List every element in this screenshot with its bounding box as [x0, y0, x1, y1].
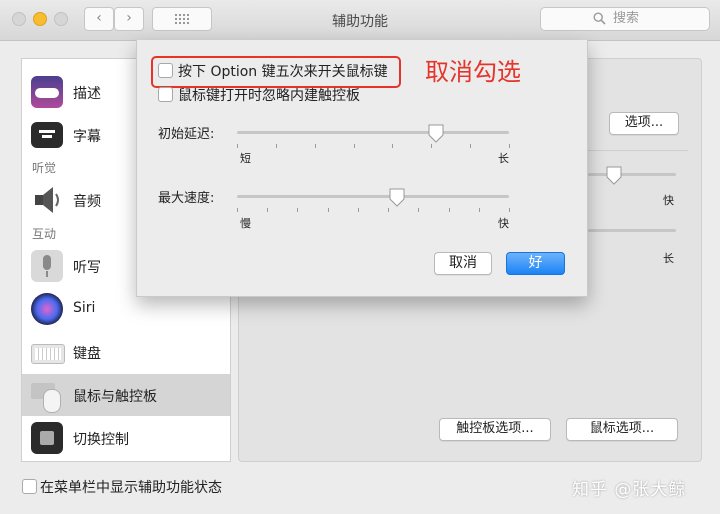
switch-control-icon [31, 422, 63, 454]
initial-delay-label: 初始延迟: [158, 127, 215, 142]
speaker-icon [35, 187, 59, 213]
slider-tick [418, 208, 420, 212]
fast-label: 快 [498, 217, 509, 230]
sidebar-item-label: 听写 [73, 260, 101, 276]
panel-divider [588, 150, 688, 151]
max-speed-track[interactable] [237, 195, 509, 198]
ignore-trackpad-checkbox[interactable] [158, 87, 173, 102]
ok-button[interactable]: 好 [506, 252, 565, 275]
description-icon [31, 76, 63, 108]
slider-tick [392, 144, 394, 148]
initial-delay-track[interactable] [237, 131, 509, 134]
keyboard-icon [31, 344, 65, 364]
sidebar-item-label: 描述 [73, 86, 101, 102]
sidebar-item-label: 音频 [73, 194, 101, 210]
slider-tick [237, 208, 238, 212]
slider-tick [297, 208, 299, 212]
sidebar-item-label: 键盘 [73, 346, 101, 362]
long-label: 长 [663, 252, 674, 265]
slider-tick [357, 208, 359, 212]
section-header-interaction: 互动 [32, 227, 57, 241]
background-slider-knob[interactable] [605, 166, 623, 186]
preferences-window: ‹ › 辅助功能 搜索 描述 字幕 听觉 音频 互动 听写 Siri 键盘 鼠标… [0, 0, 720, 514]
slider-tick [478, 208, 480, 212]
sidebar-item-label: 字幕 [73, 129, 101, 145]
siri-icon [31, 293, 63, 325]
sidebar-item-label: 切换控制 [73, 432, 129, 448]
slider-tick [237, 144, 238, 148]
mouse-icon [31, 379, 63, 413]
search-icon [593, 12, 606, 25]
slider-tick [327, 208, 329, 212]
watermark: 知乎 @张大鲸 [572, 480, 687, 500]
slow-label: 慢 [240, 217, 251, 230]
slider-tick [267, 208, 269, 212]
initial-delay-slider-knob[interactable] [427, 124, 445, 144]
ignore-trackpad-label: 鼠标键打开时忽略内建触控板 [178, 88, 360, 104]
max-speed-slider-knob[interactable] [388, 188, 406, 208]
show-in-menubar-label: 在菜单栏中显示辅助功能状态 [40, 480, 222, 496]
search-placeholder: 搜索 [613, 11, 640, 26]
long-label: 长 [498, 152, 509, 165]
slider-tick [470, 144, 472, 148]
options-button[interactable]: 选项... [609, 112, 679, 135]
fast-label: 快 [663, 194, 674, 207]
slider-tick [353, 144, 355, 148]
sidebar-item-keyboard[interactable]: 键盘 [22, 331, 230, 373]
sidebar-item-label: 鼠标与触控板 [73, 389, 157, 405]
mouse-options-button[interactable]: 鼠标选项... [566, 418, 678, 441]
mouse-keys-options-sheet: 按下 Option 键五次来开关鼠标键 取消勾选 鼠标键打开时忽略内建触控板 初… [136, 40, 588, 297]
slider-tick [448, 208, 450, 212]
search-field[interactable]: 搜索 [540, 7, 710, 31]
max-speed-label: 最大速度: [158, 191, 215, 206]
background-slider-track-2 [588, 229, 676, 232]
slider-tick [388, 208, 390, 212]
annotation-text: 取消勾选 [425, 58, 521, 86]
sidebar-item-mouse-trackpad[interactable]: 鼠标与触控板 [22, 374, 230, 416]
slider-tick [431, 144, 433, 148]
section-header-hearing: 听觉 [32, 161, 57, 175]
slider-tick [314, 144, 316, 148]
microphone-icon [31, 250, 63, 282]
title-bar: ‹ › 辅助功能 搜索 [0, 0, 720, 41]
trackpad-options-button[interactable]: 触控板选项... [439, 418, 551, 441]
sidebar-item-switch-control[interactable]: 切换控制 [22, 417, 230, 459]
slider-tick [509, 208, 510, 212]
annotation-highlight-box [151, 56, 401, 88]
short-label: 短 [240, 152, 251, 165]
captions-icon [31, 122, 63, 148]
show-in-menubar-checkbox[interactable] [22, 479, 37, 494]
cancel-button[interactable]: 取消 [434, 252, 492, 275]
slider-tick [509, 144, 510, 148]
background-slider-track [588, 173, 676, 176]
sidebar-item-label: Siri [73, 300, 96, 316]
slider-tick [275, 144, 277, 148]
